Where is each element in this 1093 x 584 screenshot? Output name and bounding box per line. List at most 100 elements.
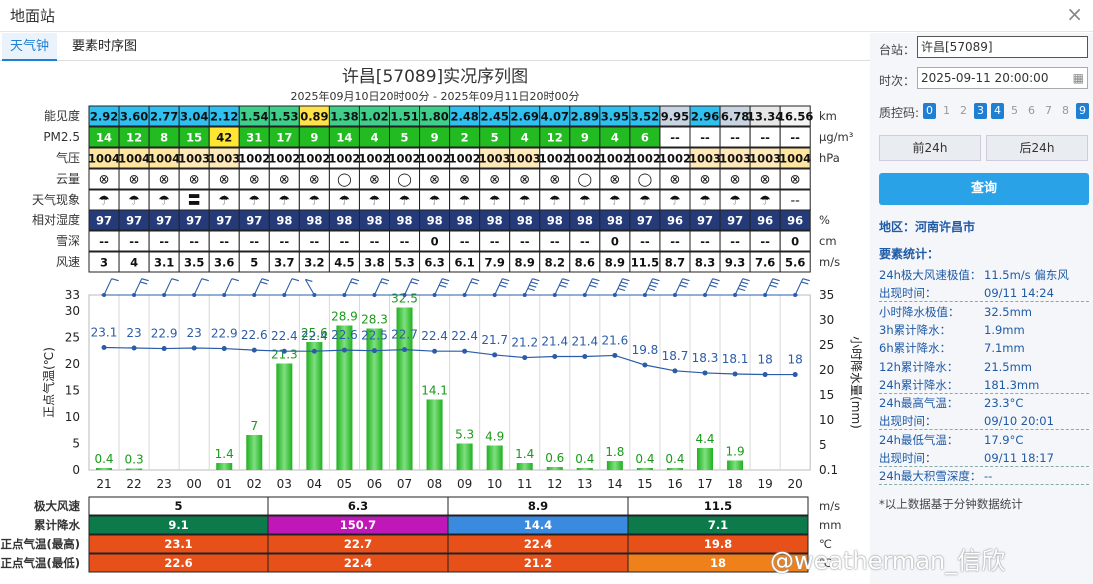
- qc-code-2[interactable]: 2: [957, 103, 970, 119]
- tab-element-series[interactable]: 要素时序图: [64, 33, 145, 61]
- stat-key: 24h最大积雪深度：: [879, 469, 982, 484]
- temperature-point: [522, 355, 528, 361]
- x-tick: 17: [697, 477, 712, 491]
- stat-row: 24h极大风速极值： 11.5m/s 偏东风: [879, 266, 1089, 284]
- row-unit: cm: [819, 234, 837, 248]
- stats-title: 要素统计：: [879, 247, 940, 261]
- qc-code-1[interactable]: 1: [940, 103, 953, 119]
- x-tick: 10: [487, 477, 502, 491]
- table-cell-text: 5: [491, 131, 499, 145]
- wind-barb: [734, 278, 750, 296]
- left-tick: 5: [72, 436, 80, 450]
- left-tick: 25: [65, 330, 80, 344]
- table-cell-text: 1004: [118, 152, 150, 166]
- table-cell-text: 1002: [389, 152, 421, 166]
- table-cell-text: ⊗: [249, 173, 260, 188]
- right-tick: 0.1: [819, 463, 838, 477]
- summary-label: 累计降水: [34, 518, 80, 532]
- stat-row: 24h最高气温： 23.3°C: [879, 394, 1089, 412]
- precip-label: 1.4: [515, 447, 534, 461]
- table-cell-text: 97: [637, 214, 653, 228]
- x-tick: 07: [397, 477, 412, 491]
- table-cell-text: 98: [427, 214, 443, 228]
- temperature-label: 18.7: [662, 349, 689, 363]
- qc-code-9[interactable]: 9: [1076, 103, 1089, 119]
- table-cell-text: ☂: [218, 194, 230, 209]
- wind-barb: [223, 278, 239, 296]
- wind-barb: [554, 278, 570, 296]
- table-cell-text: 4.07: [541, 110, 569, 124]
- table-cell-text: 96: [787, 214, 803, 228]
- table-cell-text: 0: [791, 235, 799, 249]
- stat-value: 17.9°C: [984, 432, 1024, 447]
- table-cell-text: 31: [246, 131, 262, 145]
- qc-code-6[interactable]: 6: [1025, 103, 1038, 119]
- temperature-label: 22.4: [301, 329, 328, 343]
- table-cell-text: 2: [461, 131, 469, 145]
- table-cell-text: 98: [607, 214, 623, 228]
- table-cell-text: 9: [581, 131, 589, 145]
- tab-weather-clock[interactable]: 天气钟: [2, 33, 58, 61]
- wind-barb: [434, 278, 450, 296]
- qc-code-4[interactable]: 4: [991, 103, 1004, 119]
- table-cell-text: 12: [126, 131, 142, 145]
- summary-unit: m/s: [819, 499, 840, 513]
- table-cell-text: 1004: [148, 152, 180, 166]
- summary-label: 正点气温(最低): [0, 556, 80, 570]
- stat-value: 11.5m/s 偏东风: [984, 268, 1069, 282]
- temperature-label: 22.7: [391, 328, 418, 342]
- table-cell-text: 1.54: [240, 110, 268, 124]
- precip-label: 4.4: [695, 432, 714, 446]
- right-tick: 30: [819, 313, 834, 327]
- table-cell-text: 1.02: [360, 110, 388, 124]
- next-24h-button[interactable]: 后24h: [986, 135, 1088, 161]
- table-cell-text: 1002: [449, 152, 481, 166]
- precip-label: 1.4: [215, 447, 234, 461]
- qc-code-0[interactable]: 0: [923, 103, 936, 119]
- close-icon[interactable]: ×: [1066, 2, 1083, 26]
- stat-row: 24h最大积雪深度： --: [879, 467, 1089, 486]
- stat-value: 32.5mm: [984, 304, 1033, 319]
- table-cell-text: 2.45: [480, 110, 508, 124]
- table-cell-text: 2.89: [571, 110, 599, 124]
- table-cell-text: 〓: [188, 194, 201, 209]
- x-tick: 04: [307, 477, 322, 491]
- query-button[interactable]: 查询: [879, 173, 1089, 205]
- table-cell-text: 1002: [569, 152, 601, 166]
- table-cell-text: 1003: [689, 152, 721, 166]
- table-cell-text: 3.52: [631, 110, 659, 124]
- x-tick: 13: [577, 477, 592, 491]
- temperature-point: [462, 348, 468, 354]
- time-input[interactable]: 2025-09-11 20:00:00 ▦: [917, 67, 1088, 89]
- table-cell-text: 1.38: [330, 110, 358, 124]
- summary-cell-text: 150.7: [340, 518, 376, 532]
- temperature-point: [221, 346, 227, 352]
- table-cell-text: 97: [186, 214, 202, 228]
- station-input[interactable]: 许昌[57089]: [917, 36, 1088, 58]
- qc-code-5[interactable]: 5: [1008, 103, 1021, 119]
- precip-bar: [426, 399, 443, 470]
- qc-code-7[interactable]: 7: [1042, 103, 1055, 119]
- ground-station-window: 地面站 × 天气钟 要素时序图 许昌[57089]实况序列图 2025年09月1…: [0, 0, 1093, 584]
- table-cell-text: 2.48: [450, 110, 478, 124]
- x-tick: 06: [367, 477, 382, 491]
- precip-label: 4.9: [485, 430, 504, 444]
- precip-bar: [516, 463, 533, 470]
- table-cell-text: ⊗: [790, 173, 801, 188]
- row-unit: km: [819, 109, 837, 123]
- qc-code-3[interactable]: 3: [974, 103, 987, 119]
- temperature-label: 22.4: [271, 329, 298, 343]
- table-cell-text: 1003: [178, 152, 210, 166]
- summary-cell-text: 6.3: [348, 499, 368, 513]
- x-tick: 03: [277, 477, 292, 491]
- table-cell-text: --: [550, 235, 560, 249]
- table-cell-text: 8.9: [605, 256, 625, 270]
- precip-bar: [456, 443, 473, 470]
- prev-24h-button[interactable]: 前24h: [879, 135, 981, 161]
- left-tick: 10: [65, 410, 80, 424]
- calendar-icon[interactable]: ▦: [1073, 68, 1084, 88]
- qc-code-8[interactable]: 8: [1059, 103, 1072, 119]
- stat-key: 24h最低气温：: [879, 432, 959, 447]
- table-cell-text: 97: [96, 214, 112, 228]
- table-cell-text: ⊗: [309, 173, 320, 188]
